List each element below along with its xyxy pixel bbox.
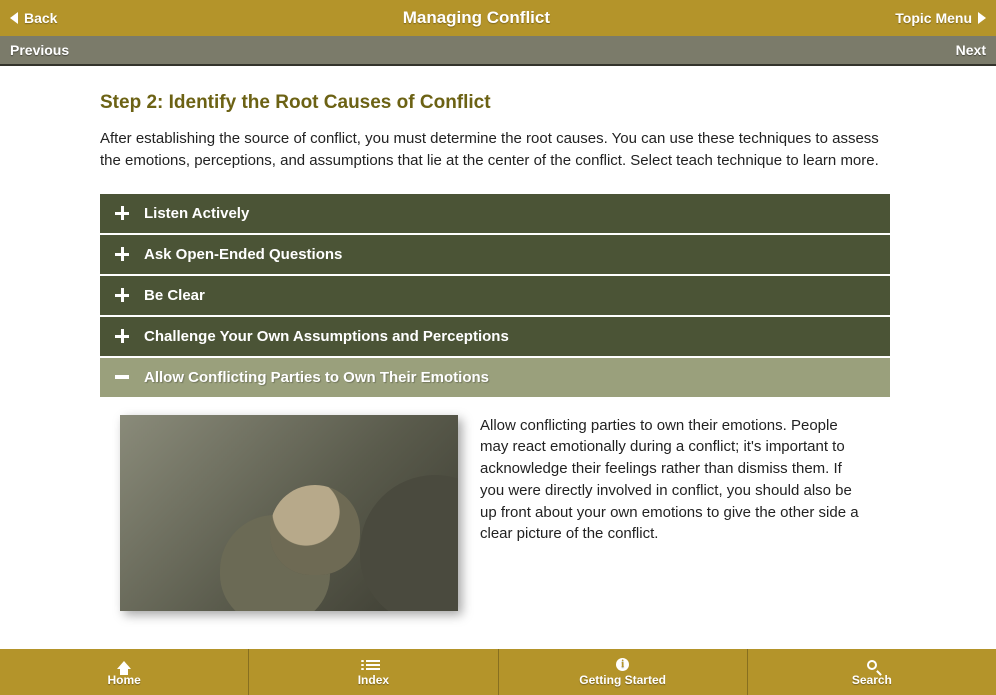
accordion-item: Ask Open-Ended Questions (100, 235, 890, 274)
home-label: Home (107, 673, 140, 687)
plus-icon (114, 287, 130, 303)
getting-started-label: Getting Started (579, 673, 666, 687)
plus-icon (114, 328, 130, 344)
page-title: Managing Conflict (403, 8, 550, 28)
plus-icon (114, 205, 130, 221)
chevron-left-icon (10, 12, 18, 24)
accordion-header-open-ended[interactable]: Ask Open-Ended Questions (100, 235, 890, 274)
search-icon (864, 658, 880, 672)
accordion-body-text: Allow conflicting parties to own their e… (480, 415, 870, 546)
accordion-header-be-clear[interactable]: Be Clear (100, 276, 890, 315)
accordion-header-challenge-assumptions[interactable]: Challenge Your Own Assumptions and Perce… (100, 317, 890, 356)
list-icon (365, 658, 381, 672)
accordion: Listen Actively Ask Open-Ended Questions… (100, 194, 890, 633)
back-label: Back (24, 10, 57, 26)
index-label: Index (358, 673, 389, 687)
accordion-label: Challenge Your Own Assumptions and Perce… (144, 328, 509, 345)
back-button[interactable]: Back (10, 10, 57, 26)
info-icon: i (615, 658, 631, 672)
accordion-label: Ask Open-Ended Questions (144, 246, 342, 263)
accordion-label: Allow Conflicting Parties to Own Their E… (144, 369, 489, 386)
accordion-item: Allow Conflicting Parties to Own Their E… (100, 358, 890, 633)
index-button[interactable]: Index (248, 649, 497, 695)
content-area: Step 2: Identify the Root Causes of Conf… (0, 66, 996, 649)
plus-icon (114, 246, 130, 262)
getting-started-button[interactable]: i Getting Started (498, 649, 747, 695)
home-button[interactable]: Home (0, 649, 248, 695)
accordion-item: Be Clear (100, 276, 890, 315)
accordion-header-own-emotions[interactable]: Allow Conflicting Parties to Own Their E… (100, 358, 890, 397)
accordion-header-listen-actively[interactable]: Listen Actively (100, 194, 890, 233)
step-heading: Step 2: Identify the Root Causes of Conf… (100, 92, 890, 114)
topic-menu-button[interactable]: Topic Menu (895, 10, 986, 26)
search-button[interactable]: Search (747, 649, 996, 695)
intro-paragraph: After establishing the source of conflic… (100, 128, 890, 172)
previous-link[interactable]: Previous (10, 42, 69, 58)
chevron-right-icon (978, 12, 986, 24)
accordion-label: Listen Actively (144, 205, 249, 222)
accordion-label: Be Clear (144, 287, 205, 304)
topic-menu-label: Topic Menu (895, 10, 972, 26)
accordion-body: Allow conflicting parties to own their e… (100, 397, 890, 633)
nav-bar: Previous Next (0, 36, 996, 66)
minus-icon (114, 369, 130, 385)
home-icon (116, 658, 132, 672)
accordion-item: Challenge Your Own Assumptions and Perce… (100, 317, 890, 356)
bottom-bar: Home Index i Getting Started Search (0, 649, 996, 695)
next-link[interactable]: Next (956, 42, 986, 58)
accordion-item: Listen Actively (100, 194, 890, 233)
content-image (120, 415, 458, 611)
top-bar: Back Managing Conflict Topic Menu (0, 0, 996, 36)
search-label: Search (852, 673, 892, 687)
